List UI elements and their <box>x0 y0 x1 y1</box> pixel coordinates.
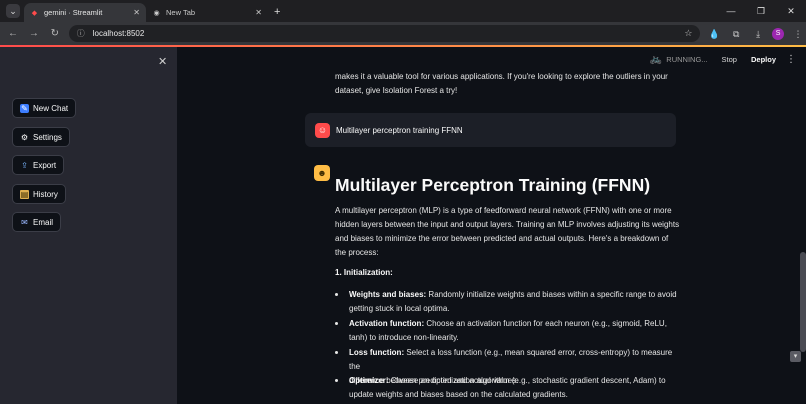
close-window-icon[interactable]: ✕ <box>776 0 806 22</box>
browser-toolbar: ← → ↻ ⓘ localhost:8502 ☆ 💧 ⧉ ⤓ S ⋮ <box>0 22 806 45</box>
running-status: 🚲 RUNNING... <box>650 54 708 65</box>
forward-arrow-icon[interactable]: → <box>26 26 42 42</box>
sidebar-close-icon[interactable]: ✕ <box>158 55 167 68</box>
bullet-dot <box>335 293 338 296</box>
bullet-text: update weights and biases based on the c… <box>349 390 568 399</box>
text-line: makes it a valuable tool for various app… <box>335 72 668 81</box>
list-item: Activation function: Choose an activatio… <box>335 317 685 345</box>
site-info-icon[interactable]: ⓘ <box>77 28 85 39</box>
previous-response-text: makes it a valuable tool for various app… <box>335 70 668 98</box>
bullet-term: Loss function: <box>349 348 405 357</box>
tab-close-icon[interactable]: ✕ <box>133 8 140 17</box>
export-label: Export <box>33 160 57 170</box>
minimize-icon[interactable]: — <box>716 0 746 22</box>
tab-title: gemini · Streamlit <box>44 8 103 17</box>
deploy-button[interactable]: Deploy <box>751 55 776 64</box>
settings-label: Settings <box>33 132 62 142</box>
text-line: the process: <box>335 248 379 257</box>
history-label: History <box>33 189 58 199</box>
tab-new-tab[interactable]: ◉ New Tab ✕ <box>146 3 268 22</box>
intro-paragraph: A multilayer perceptron (MLP) is a type … <box>335 204 679 260</box>
window-controls: — ❐ ✕ <box>716 0 806 22</box>
running-bike-icon: 🚲 <box>649 53 663 65</box>
running-text: RUNNING... <box>666 54 708 64</box>
streamlit-favicon-icon: ◆ <box>31 9 38 17</box>
restore-icon[interactable]: ❐ <box>746 0 776 22</box>
text-line: and biases to minimize the error between… <box>335 234 669 243</box>
bullet-term: Optimizer: <box>349 376 389 385</box>
stop-button[interactable]: Stop <box>722 55 737 64</box>
section-heading-initialization: 1. Initialization: <box>335 268 393 277</box>
chat-icon: ✎ <box>20 103 29 113</box>
bullet-dot <box>335 322 338 325</box>
text-line: dataset, give Isolation Forest a try! <box>335 86 458 95</box>
tab-title: New Tab <box>166 8 196 17</box>
extension-drop-icon[interactable]: 💧 <box>706 26 722 42</box>
settings-button[interactable]: ⚙ Settings <box>12 127 70 147</box>
tab-close-icon[interactable]: ✕ <box>255 8 262 17</box>
bullet-text: getting stuck in local optima. <box>349 304 450 313</box>
list-item: Weights and biases: Randomly initialize … <box>335 288 685 316</box>
user-avatar-icon: ☺ <box>315 122 330 138</box>
user-message: ☺ Multilayer perceptron training FFNN <box>305 113 676 147</box>
url-text[interactable]: localhost:8502 <box>93 29 685 38</box>
tab-gemini-streamlit[interactable]: ◆ gemini · Streamlit ✕ <box>24 3 146 22</box>
main-menu-icon[interactable]: ⋮ <box>786 54 796 65</box>
chat-widget-icon[interactable]: ▾ <box>790 351 801 362</box>
back-arrow-icon[interactable]: ← <box>5 26 21 42</box>
email-icon: ✉ <box>21 217 28 227</box>
new-chat-label: New Chat <box>33 103 69 113</box>
sidebar: ✕ ✎ New Chat ⚙ Settings ⇪ Export ▤ Histo… <box>0 47 177 404</box>
export-button[interactable]: ⇪ Export <box>12 155 65 175</box>
response-heading: Multilayer Perceptron Training (FFNN) <box>335 175 651 195</box>
text-line: A multilayer perceptron (MLP) is a type … <box>335 206 672 215</box>
new-chat-button[interactable]: ✎ New Chat <box>12 98 77 118</box>
browser-menu-icon[interactable]: ⋮ <box>790 26 806 42</box>
bullet-term: Activation function: <box>349 319 425 328</box>
gear-icon: ⚙ <box>20 132 29 142</box>
bookmark-star-icon[interactable]: ☆ <box>684 28 692 39</box>
user-message-text: Multilayer perceptron training FFNN <box>336 125 463 135</box>
bullet-dot <box>335 379 338 382</box>
app-toolbar: 🚲 RUNNING... Stop Deploy ⋮ <box>650 47 806 71</box>
text-line: hidden layers between the input and outp… <box>335 220 680 229</box>
export-icon: ⇪ <box>21 160 28 170</box>
bullet-dot <box>335 351 338 354</box>
bullet-text: Choose an activation function for each n… <box>424 319 667 328</box>
history-button[interactable]: ▤ History <box>12 184 66 204</box>
bullet-text: tanh) to introduce non-linearity. <box>349 333 459 342</box>
main-content: 🚲 RUNNING... Stop Deploy ⋮ makes it a va… <box>177 47 806 404</box>
bullet-text: Choose an optimization algorithm (e.g., … <box>388 376 666 385</box>
profile-avatar[interactable]: S <box>772 27 785 40</box>
browser-tab-bar: ⌄ ◆ gemini · Streamlit ✕ ◉ New Tab ✕ + —… <box>0 0 806 22</box>
extensions-puzzle-icon[interactable]: ⧉ <box>728 26 744 42</box>
reload-icon[interactable]: ↻ <box>47 26 63 42</box>
address-bar[interactable]: ⓘ localhost:8502 ☆ <box>68 25 701 42</box>
assistant-avatar-icon: ☻ <box>314 165 330 181</box>
email-label: Email <box>33 217 54 227</box>
tab-search-button[interactable]: ⌄ <box>6 4 20 18</box>
new-tab-plus-icon[interactable]: + <box>274 6 280 18</box>
download-icon[interactable]: ⤓ <box>750 26 766 42</box>
email-button[interactable]: ✉ Email <box>12 212 62 232</box>
chrome-favicon-icon: ◉ <box>153 9 160 17</box>
scrollbar-thumb[interactable] <box>800 252 806 352</box>
bullet-text: Randomly initialize weights and biases w… <box>426 290 677 299</box>
history-icon: ▤ <box>20 189 29 199</box>
list-item: Optimizer: Choose an optimization algori… <box>335 374 685 402</box>
bullet-term: Weights and biases: <box>349 290 427 299</box>
